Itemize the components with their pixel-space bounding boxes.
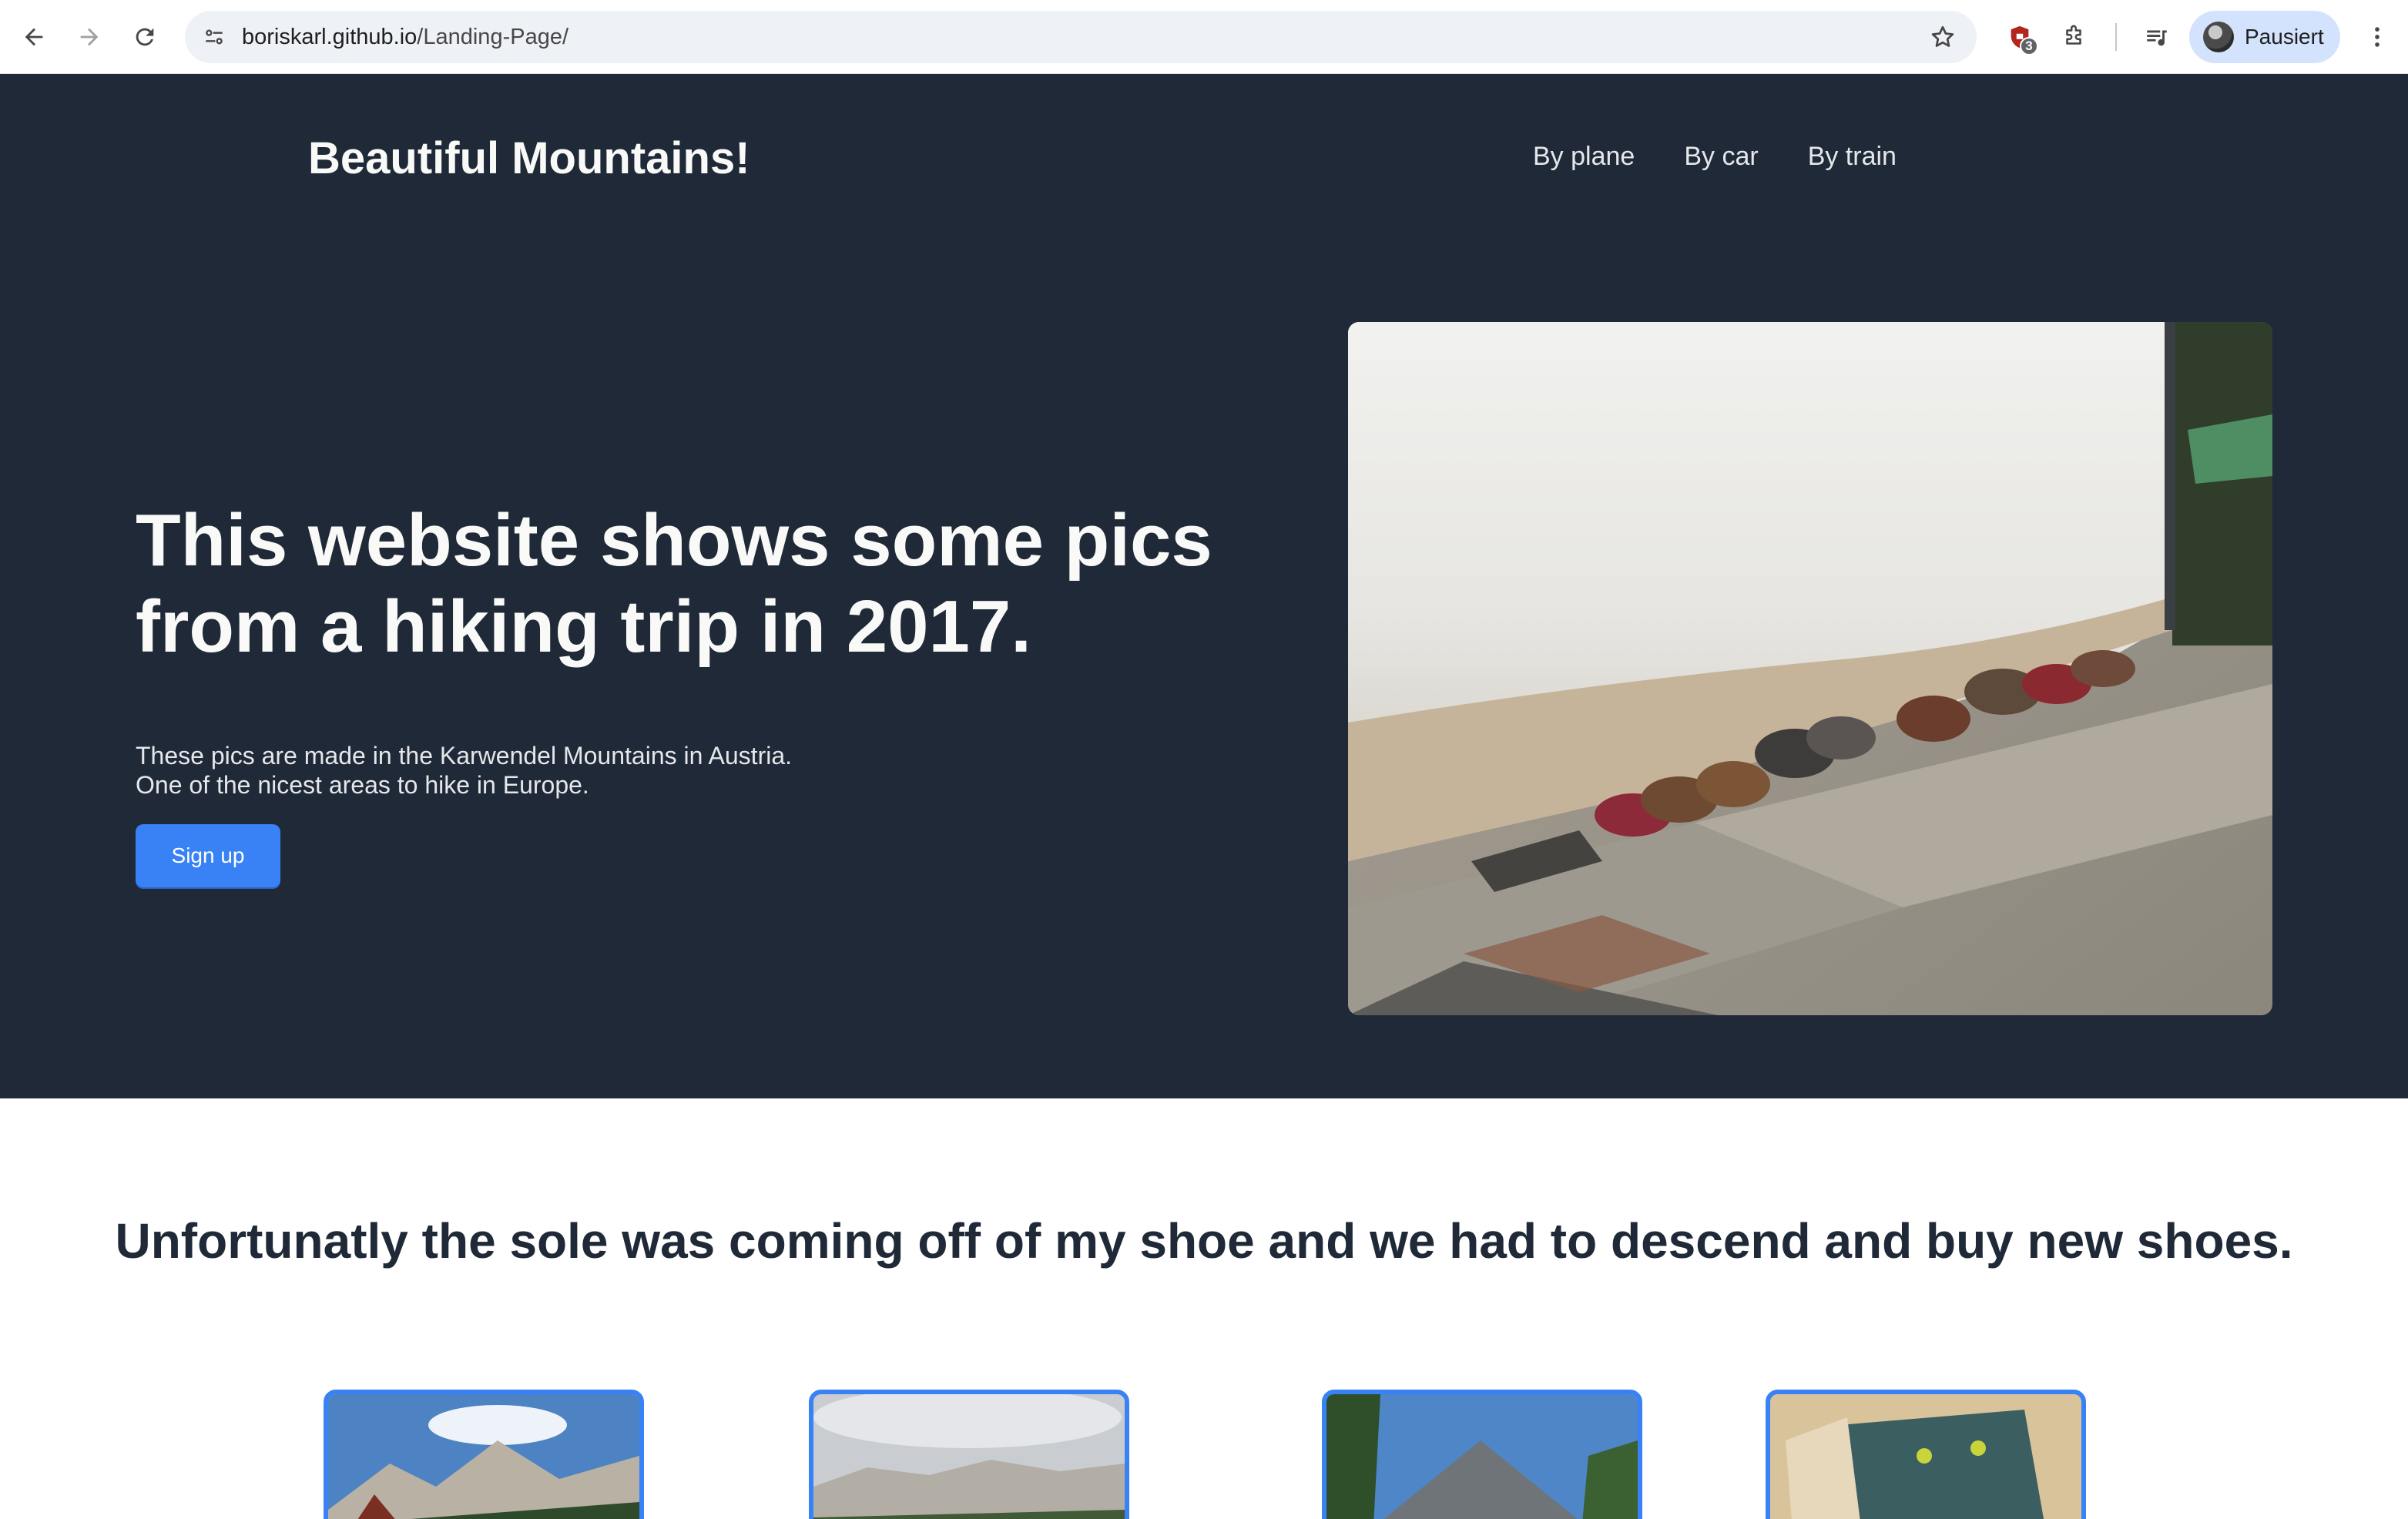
reload-icon [136,28,154,46]
nav-link-by-plane[interactable]: By plane [1533,142,1635,172]
address-bar[interactable]: boriskarl.github.io/Landing-Page/ [185,11,1977,63]
browser-menu-button[interactable] [2356,15,2399,59]
hero-description-line-1: These pics are made in the Karwendel Mou… [136,742,793,770]
extensions-button[interactable] [2052,15,2095,59]
nav-link-by-train[interactable]: By train [1808,142,1897,172]
reload-button[interactable] [123,15,166,59]
gallery-image-mountain-range[interactable] [809,1390,1129,1519]
playlist-icon [2147,30,2167,46]
extension-shield-button[interactable]: 3 [1998,15,2041,59]
nav-link-by-car[interactable]: By car [1684,142,1758,172]
sign-up-button[interactable]: Sign up [136,824,280,887]
hero-description-line-2: One of the nicest areas to hike in Europ… [136,771,589,799]
hero-image-hiking-boots [1348,322,2272,1015]
gallery-image-boot-sole[interactable] [1766,1390,2086,1519]
hero-title: This website shows some pics from a hiki… [136,499,1212,668]
gallery-image-mountain-peak[interactable] [1322,1390,1642,1519]
info-section-title: Unfortunatly the sole was coming off of … [115,1213,2293,1269]
bookmark-star-icon[interactable] [1926,20,1960,54]
url-host: boriskarl.github.io [242,25,418,49]
arrow-right-icon [80,28,99,46]
hero-section: Beautiful Mountains! By plane By car By … [0,74,2408,1098]
puzzle-icon [2066,25,2081,45]
extension-badge: 3 [2020,37,2038,55]
arrow-left-icon [25,28,43,46]
avatar [2203,22,2234,52]
top-nav: By plane By car By train [1533,142,1897,172]
site-logo[interactable]: Beautiful Mountains! [308,132,750,184]
media-control-button[interactable] [2135,15,2178,59]
back-button[interactable] [12,15,55,59]
url-text[interactable]: boriskarl.github.io/Landing-Page/ [242,11,568,63]
more-vertical-icon [2375,27,2379,47]
hero-description: These pics are made in the Karwendel Mou… [136,741,1214,800]
gallery-image-mountain-hut[interactable] [324,1390,644,1519]
profile-button[interactable]: Pausiert [2189,11,2340,63]
toolbar-separator [2115,23,2117,51]
browser-toolbar: boriskarl.github.io/Landing-Page/ 3 Paus… [0,0,2408,74]
url-path: /Landing-Page/ [417,25,569,49]
forward-button[interactable] [68,15,111,59]
profile-label: Pausiert [2245,25,2324,49]
site-settings-icon[interactable] [196,18,233,55]
